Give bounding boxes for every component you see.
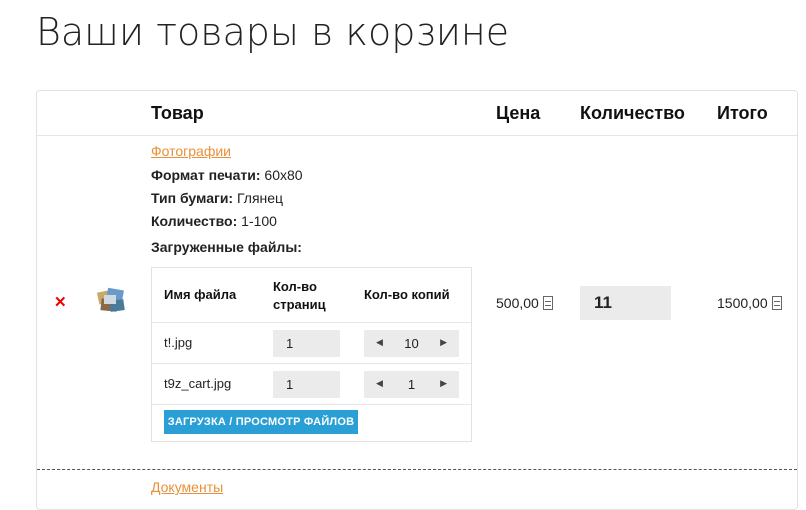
total-value: 1500,00 (717, 295, 768, 311)
header-product: Товар (151, 103, 204, 123)
file-row: t9z_cart.jpg 1 ◀ 1 ▶ (152, 364, 471, 405)
page-title: Ваши товары в корзине (36, 10, 510, 54)
price-value: 500,00 (496, 295, 539, 311)
copies-stepper[interactable]: ◀ 1 ▶ (364, 371, 459, 398)
item-total: 1500,00 (717, 295, 782, 311)
cart-table-header: Товар Цена Количество Итого (37, 91, 797, 136)
file-row: t!.jpg 1 ◀ 10 ▶ (152, 323, 471, 364)
meta-label: Количество: (151, 213, 238, 229)
category-link[interactable]: Фотографии (151, 143, 231, 159)
uploaded-files-table: Имя файла Кол-во страниц Кол-во копий t!… (151, 267, 472, 442)
pages-input[interactable]: 1 (273, 371, 340, 398)
increment-icon[interactable]: ▶ (440, 337, 447, 348)
files-header-copies: Кол-во копий (364, 287, 450, 302)
meta-format: Формат печати: 60x80 (151, 167, 303, 183)
quantity-input[interactable]: 11 (580, 286, 671, 320)
cart-table: Товар Цена Количество Итого ✕ Фотографии… (36, 90, 798, 510)
pages-input[interactable]: 1 (273, 330, 340, 357)
files-header-pages: Кол-во страниц (273, 279, 326, 312)
currency-icon (542, 296, 553, 310)
meta-label: Формат печати: (151, 167, 261, 183)
meta-value: Глянец (236, 190, 284, 206)
files-header-name: Имя файла (164, 287, 237, 302)
currency-icon (771, 296, 782, 310)
remove-item-icon[interactable]: ✕ (54, 293, 67, 311)
item-price: 500,00 (496, 295, 553, 311)
header-price: Цена (496, 103, 541, 123)
copies-stepper[interactable]: ◀ 10 ▶ (364, 330, 459, 357)
upload-files-button[interactable]: ЗАГРУЗКА / ПРОСМОТР ФАЙЛОВ (164, 410, 358, 434)
meta-label: Тип бумаги: (151, 190, 234, 206)
files-table-header: Имя файла Кол-во страниц Кол-во копий (152, 268, 471, 323)
meta-quantity: Количество: 1-100 (151, 213, 277, 229)
file-name: t9z_cart.jpg (164, 376, 232, 391)
meta-paper: Тип бумаги: Глянец (151, 190, 283, 206)
meta-value: 60x80 (264, 167, 303, 183)
increment-icon[interactable]: ▶ (440, 378, 447, 389)
photos-thumbnail-icon[interactable] (95, 285, 127, 315)
meta-value: 1-100 (241, 213, 277, 229)
file-name: t!.jpg (164, 335, 193, 350)
item-divider (37, 469, 797, 470)
header-quantity: Количество (580, 103, 685, 123)
header-total: Итого (717, 103, 768, 123)
uploaded-files-label: Загруженные файлы: (151, 239, 302, 255)
category-link[interactable]: Документы (151, 479, 223, 495)
